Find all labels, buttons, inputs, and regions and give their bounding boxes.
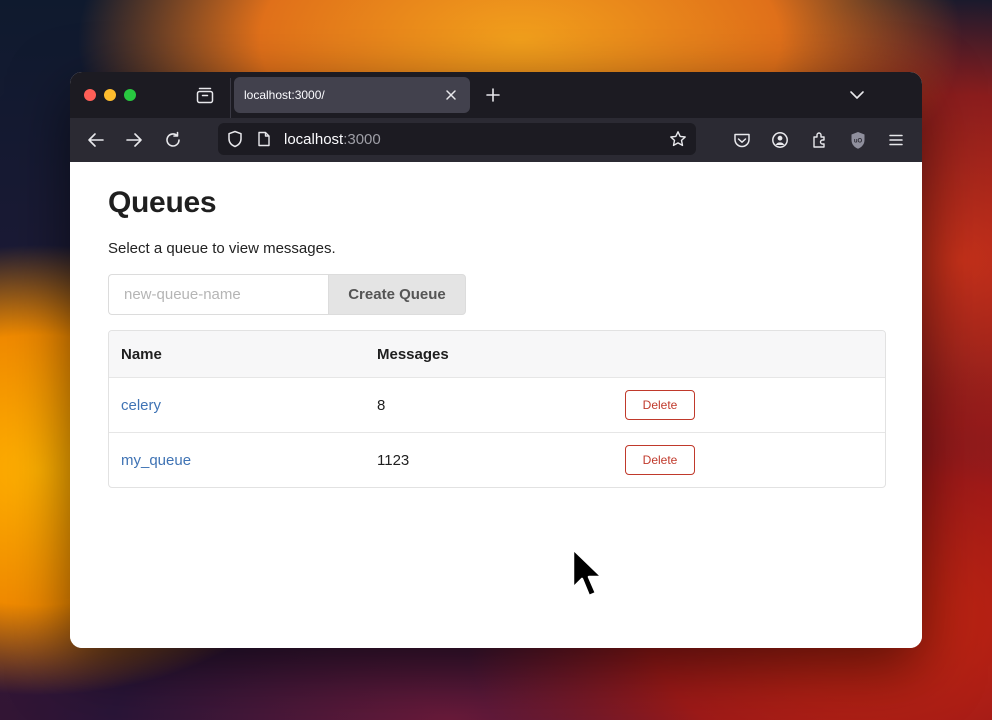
queue-link[interactable]: my_queue	[121, 452, 191, 469]
forward-arrow-icon[interactable]	[124, 130, 144, 150]
navigation-toolbar: localhost:3000 uO	[70, 118, 922, 162]
url-host: localhost	[284, 131, 344, 148]
table-row: my_queue 1123 Delete	[109, 432, 885, 487]
mouse-cursor-icon	[571, 547, 604, 598]
actions-cell: Delete	[625, 378, 695, 432]
table-header-row: Name Messages	[109, 331, 885, 377]
delete-button[interactable]: Delete	[625, 390, 695, 420]
page-content: Queues Select a queue to view messages. …	[70, 162, 922, 648]
tab-tray-icon[interactable]	[194, 85, 216, 105]
page-icon[interactable]	[256, 130, 272, 148]
actions-cell: Delete	[625, 433, 695, 487]
shield-icon[interactable]	[226, 130, 244, 148]
pocket-icon[interactable]	[732, 130, 752, 150]
close-icon[interactable]	[442, 86, 460, 104]
tab-bar: localhost:3000/	[70, 72, 922, 118]
browser-window: localhost:3000/ localhost:3000 uO Queues…	[70, 72, 922, 648]
plus-icon[interactable]	[482, 84, 504, 106]
queue-name-cell: celery	[121, 378, 161, 432]
close-window-dot[interactable]	[84, 89, 96, 101]
star-icon[interactable]	[668, 130, 688, 148]
back-arrow-icon[interactable]	[86, 130, 106, 150]
zoom-window-dot[interactable]	[124, 89, 136, 101]
page-title: Queues	[108, 186, 217, 219]
tab-separator	[230, 78, 231, 118]
menu-icon[interactable]	[886, 130, 906, 150]
column-header-name: Name	[121, 345, 162, 363]
create-queue-form: Create Queue	[108, 274, 466, 315]
address-bar[interactable]: localhost:3000	[218, 123, 696, 155]
url-port: :3000	[343, 131, 381, 148]
delete-button[interactable]: Delete	[625, 445, 695, 475]
queue-link[interactable]: celery	[121, 397, 161, 414]
table-row: celery 8 Delete	[109, 377, 885, 432]
account-icon[interactable]	[770, 130, 790, 150]
extensions-icon[interactable]	[810, 130, 830, 150]
message-count: 1123	[377, 451, 410, 469]
queue-name-cell: my_queue	[121, 433, 191, 487]
url-text[interactable]: localhost:3000	[284, 131, 381, 148]
ublock-icon[interactable]: uO	[848, 129, 868, 151]
page-subtitle: Select a queue to view messages.	[108, 240, 336, 257]
message-count: 8	[377, 396, 386, 414]
reload-icon[interactable]	[163, 130, 183, 150]
chevron-down-icon[interactable]	[846, 85, 868, 105]
create-queue-button[interactable]: Create Queue	[328, 274, 466, 315]
minimize-window-dot[interactable]	[104, 89, 116, 101]
svg-text:uO: uO	[854, 138, 863, 144]
queue-name-input[interactable]	[108, 274, 328, 315]
tab-active[interactable]: localhost:3000/	[234, 77, 470, 113]
tab-title: localhost:3000/	[244, 88, 325, 102]
queues-table: Name Messages celery 8 Delete my_queue 1…	[108, 330, 886, 488]
column-header-messages: Messages	[377, 345, 449, 363]
